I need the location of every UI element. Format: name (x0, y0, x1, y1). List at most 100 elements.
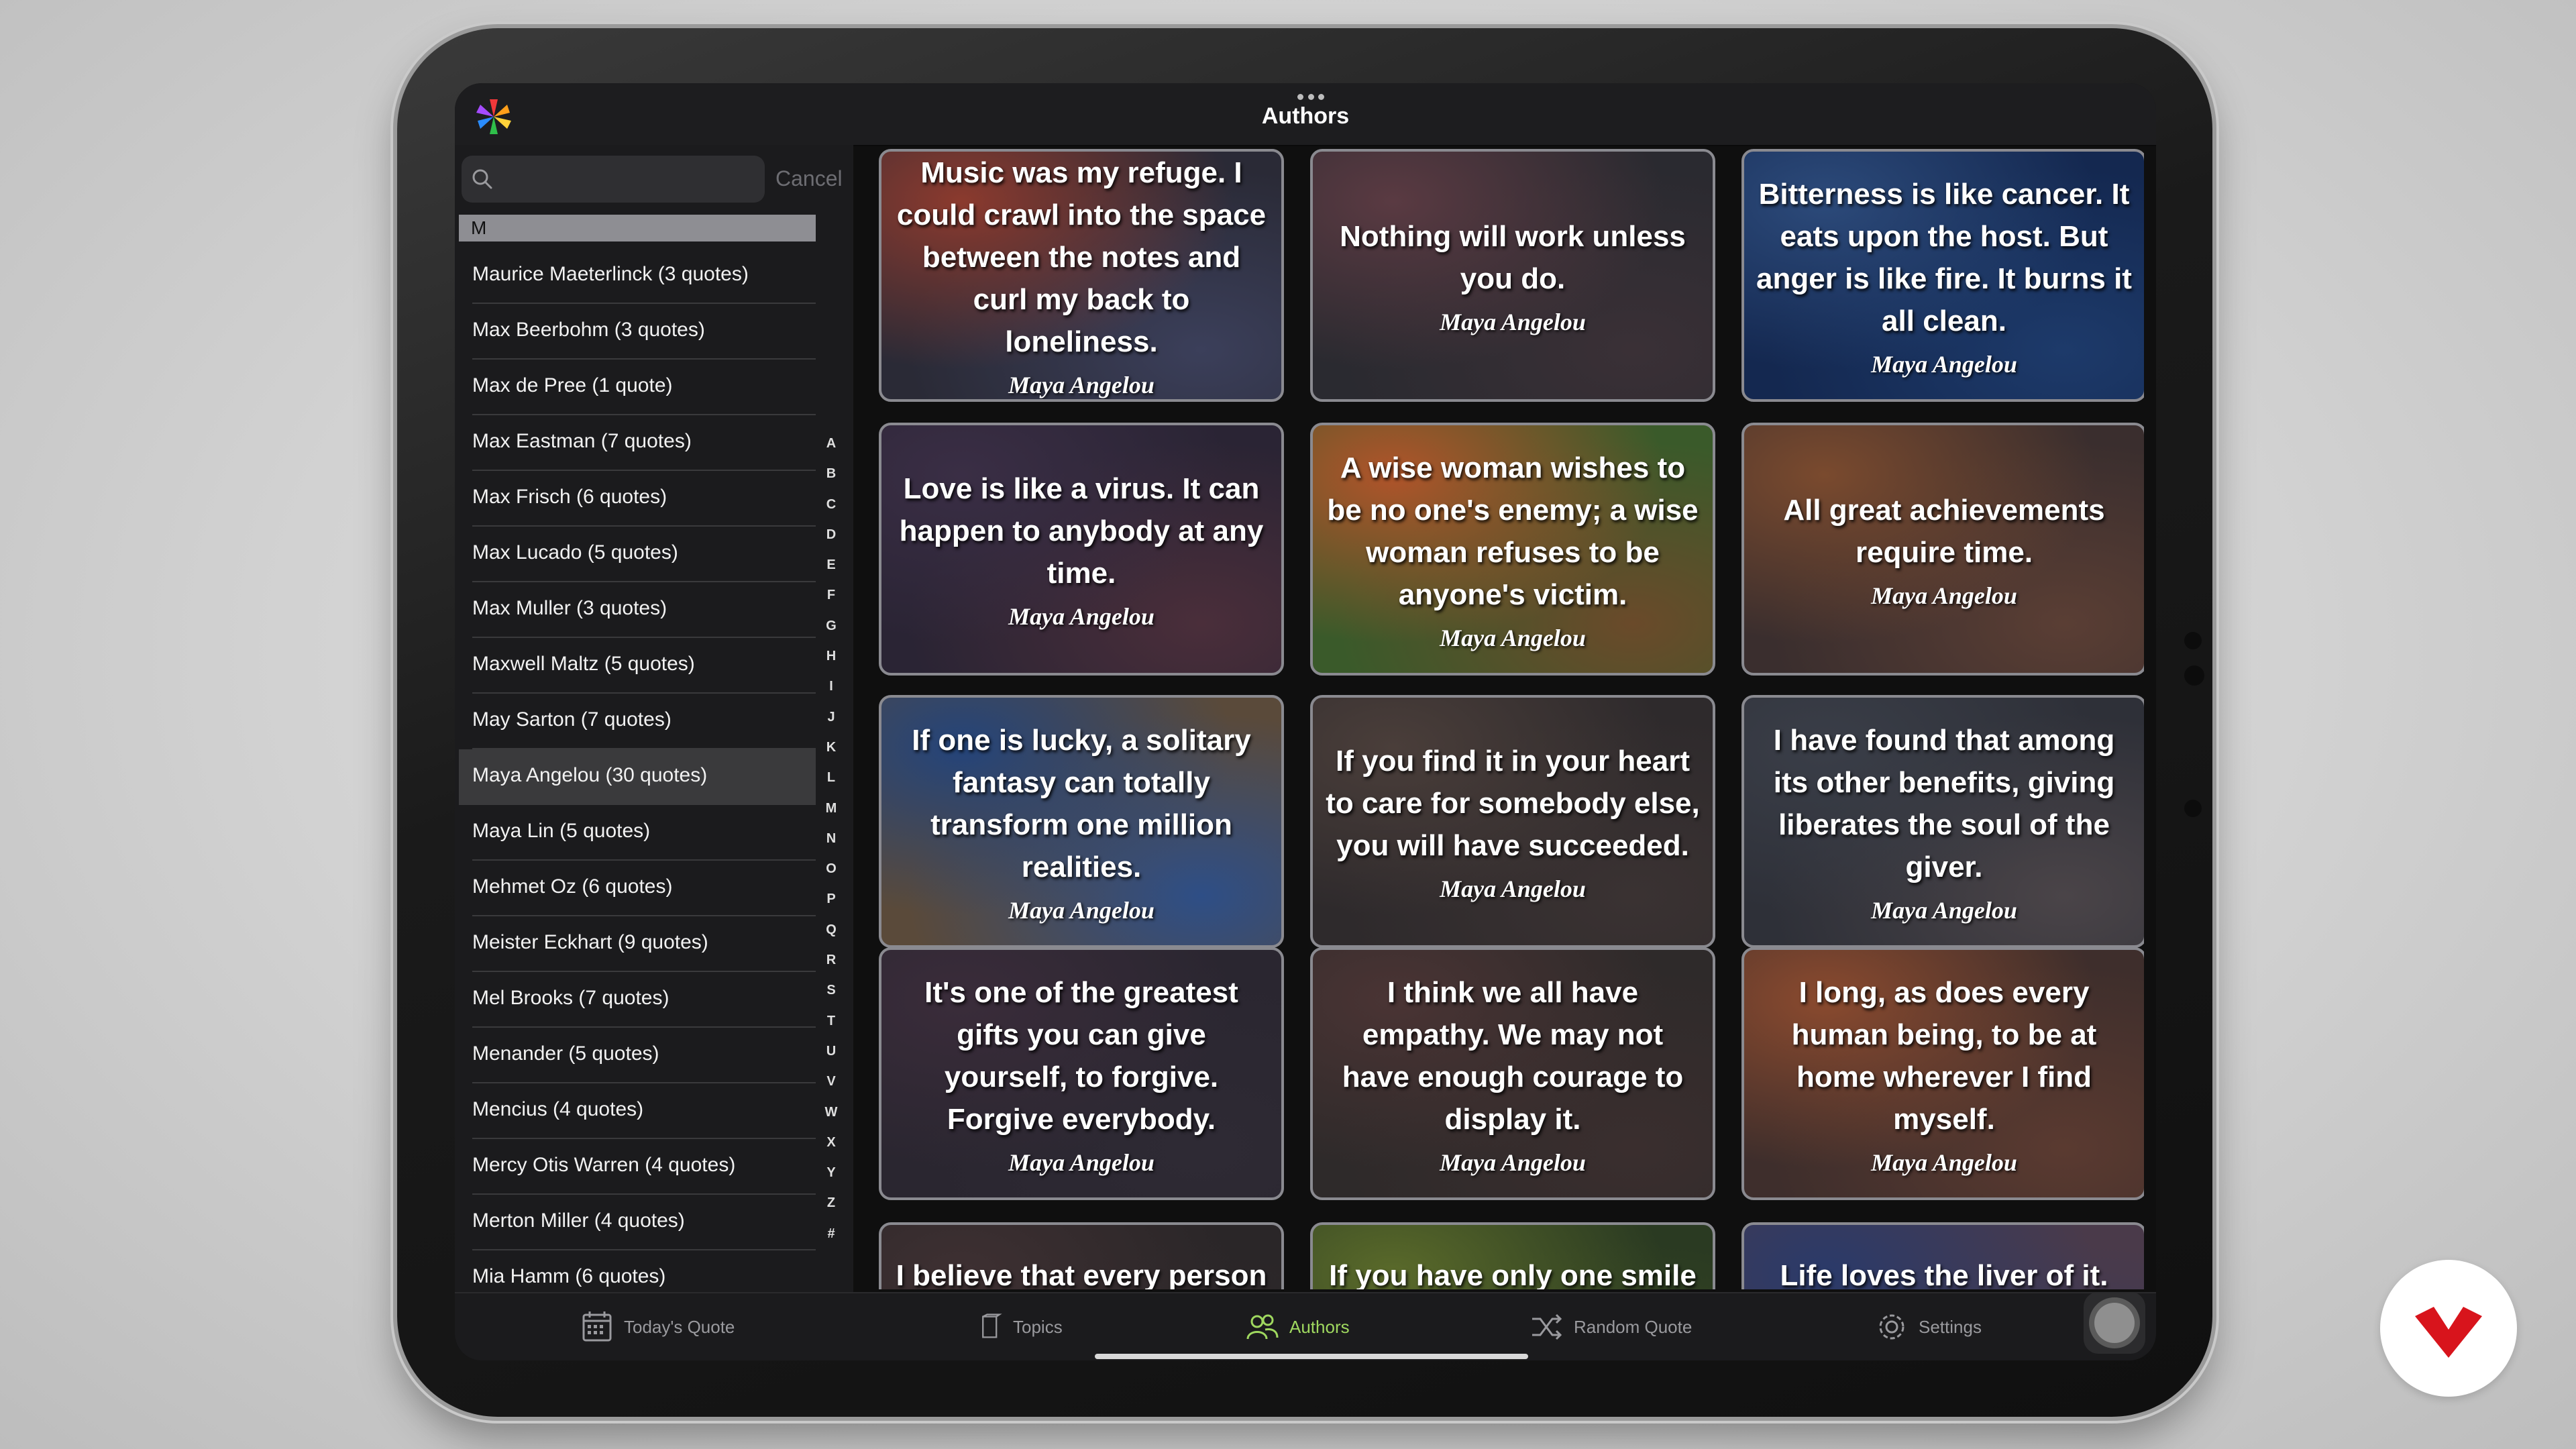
index-letter[interactable]: L (821, 770, 841, 800)
page-title: Authors (1261, 103, 1350, 129)
index-letter[interactable]: M (821, 801, 841, 831)
quote-text: I think we all have empathy. We may not … (1342, 975, 1684, 1136)
index-letter[interactable]: G (821, 619, 841, 649)
index-letter[interactable]: I (821, 679, 841, 709)
author-row[interactable]: May Sarton (7 quotes) (459, 694, 816, 749)
index-letter[interactable]: D (821, 527, 841, 557)
index-letter[interactable]: K (821, 740, 841, 770)
tab-authors[interactable]: Authors (1245, 1307, 1350, 1347)
quote-author: Maya Angelou (1440, 1148, 1586, 1176)
app-screen: Authors Cancel M Maurice Maeterlinck (3 … (455, 83, 2156, 1360)
search-field[interactable] (462, 156, 765, 204)
index-letter[interactable]: O (821, 861, 841, 892)
index-letter[interactable]: Z (821, 1195, 841, 1226)
quote-card[interactable]: A wise woman wishes to be no one's enemy… (1310, 423, 1715, 676)
quote-author: Maya Angelou (1871, 896, 2017, 924)
author-row[interactable]: Mercy Otis Warren (4 quotes) (459, 1139, 816, 1195)
quote-card[interactable]: All great achievements require time. Maya… (1741, 423, 2144, 676)
index-letter[interactable]: E (821, 557, 841, 588)
index-letter[interactable]: Q (821, 922, 841, 953)
people-icon (1246, 1314, 1279, 1340)
author-label: Max Muller (3 quotes) (472, 597, 667, 619)
author-row[interactable]: Max Beerbohm (3 quotes) (459, 304, 816, 360)
author-row[interactable]: Maurice Maeterlinck (3 quotes) (459, 248, 816, 304)
book-icon (982, 1313, 1002, 1338)
index-letter[interactable]: S (821, 983, 841, 1013)
index-letter[interactable]: U (821, 1044, 841, 1074)
quote-card[interactable]: If you have only one smile in you give i… (1310, 1222, 1715, 1289)
quote-card[interactable]: I believe that every person is born with… (879, 1222, 1284, 1289)
author-label: Maurice Maeterlinck (3 quotes) (472, 263, 749, 285)
quote-text: I long, as does every human being, to be… (1791, 975, 2097, 1136)
author-row[interactable]: Max de Pree (1 quote) (459, 360, 816, 415)
author-row[interactable]: Maya Angelou (30 quotes) (459, 749, 816, 805)
alphabet-index[interactable]: A B C D E F G H I J K L M N O P Q R S T U V W X Y Z # (821, 436, 841, 1256)
index-letter[interactable]: T (821, 1014, 841, 1044)
author-row[interactable]: Max Muller (3 quotes) (459, 582, 816, 638)
author-row[interactable]: Mehmet Oz (6 quotes) (459, 861, 816, 916)
quote-author: Maya Angelou (1440, 624, 1586, 651)
quote-author: Maya Angelou (1871, 1148, 2017, 1176)
quote-card[interactable]: Bitterness is like cancer. It eats upon … (1741, 149, 2144, 402)
author-row[interactable]: Maya Lin (5 quotes) (459, 805, 816, 861)
cancel-button[interactable]: Cancel (775, 166, 843, 191)
search-input[interactable] (499, 156, 763, 204)
index-letter[interactable]: # (821, 1226, 841, 1256)
quote-card[interactable]: If one is lucky, a solitary fantasy can … (879, 695, 1284, 948)
quote-card[interactable]: It's one of the greatest gifts you can g… (879, 947, 1284, 1200)
author-label: Mel Brooks (7 quotes) (472, 987, 669, 1009)
quote-card[interactable]: Nothing will work unless you do. Maya Ang… (1310, 149, 1715, 402)
author-row[interactable]: Max Lucado (5 quotes) (459, 527, 816, 582)
index-letter[interactable]: P (821, 892, 841, 922)
assistive-touch-button[interactable] (2084, 1292, 2145, 1354)
index-letter[interactable]: X (821, 1135, 841, 1165)
author-label: Maya Angelou (30 quotes) (472, 764, 708, 786)
quote-card[interactable]: I long, as does every human being, to be… (1741, 947, 2144, 1200)
index-letter[interactable]: J (821, 710, 841, 740)
quote-card[interactable]: Love is like a virus. It can happen to a… (879, 423, 1284, 676)
quote-author: Maya Angelou (1008, 372, 1155, 398)
tab-todays-quote[interactable]: Today's Quote (580, 1307, 735, 1347)
index-letter[interactable]: R (821, 953, 841, 983)
camera-lens (2184, 665, 2204, 686)
quote-card[interactable]: I think we all have empathy. We may not … (1310, 947, 1715, 1200)
index-letter[interactable]: H (821, 649, 841, 679)
quote-card[interactable]: Music was my refuge. I could crawl into … (879, 149, 1284, 402)
author-row[interactable]: Max Frisch (6 quotes) (459, 471, 816, 527)
index-letter[interactable]: Y (821, 1165, 841, 1195)
index-letter[interactable]: W (821, 1105, 841, 1135)
author-row[interactable]: Maxwell Maltz (5 quotes) (459, 638, 816, 694)
author-label: Mercy Otis Warren (4 quotes) (472, 1154, 736, 1176)
index-letter[interactable]: F (821, 588, 841, 618)
tab-topics[interactable]: Topics (977, 1307, 1063, 1347)
tab-random-quote[interactable]: Random Quote (1529, 1307, 1692, 1347)
tab-label: Today's Quote (624, 1316, 735, 1337)
home-indicator[interactable] (1095, 1354, 1528, 1359)
quote-author: Maya Angelou (1008, 1148, 1155, 1176)
quote-text: Life loves the liver of it. (1780, 1259, 2108, 1289)
author-row[interactable]: Merton Miller (4 quotes) (459, 1195, 816, 1250)
quote-card[interactable]: Life loves the liver of it. (1741, 1222, 2144, 1289)
index-letter[interactable]: N (821, 831, 841, 861)
author-label: Maxwell Maltz (5 quotes) (472, 653, 695, 675)
index-letter[interactable]: C (821, 497, 841, 527)
index-letter[interactable]: V (821, 1074, 841, 1104)
quote-card[interactable]: I have found that among its other benefi… (1741, 695, 2144, 948)
index-letter[interactable]: B (821, 466, 841, 496)
author-label: Max de Pree (1 quote) (472, 374, 673, 396)
search-icon (472, 169, 492, 189)
author-row[interactable]: Mel Brooks (7 quotes) (459, 972, 816, 1028)
tab-settings[interactable]: Settings (1874, 1307, 1982, 1347)
index-letter[interactable]: A (821, 436, 841, 466)
author-label: Max Eastman (7 quotes) (472, 430, 692, 452)
author-row[interactable]: Meister Eckhart (9 quotes) (459, 916, 816, 972)
quote-author: Maya Angelou (1871, 350, 2017, 378)
author-label: Max Lucado (5 quotes) (472, 541, 678, 564)
author-row[interactable]: Max Eastman (7 quotes) (459, 415, 816, 471)
author-label: Max Beerbohm (3 quotes) (472, 319, 705, 341)
quote-text: I have found that among its other benefi… (1773, 723, 2115, 883)
multitasking-dots-icon[interactable] (1297, 94, 1324, 101)
author-row[interactable]: Mencius (4 quotes) (459, 1083, 816, 1139)
quote-card[interactable]: If you find it in your heart to care for… (1310, 695, 1715, 948)
author-row[interactable]: Menander (5 quotes) (459, 1028, 816, 1083)
